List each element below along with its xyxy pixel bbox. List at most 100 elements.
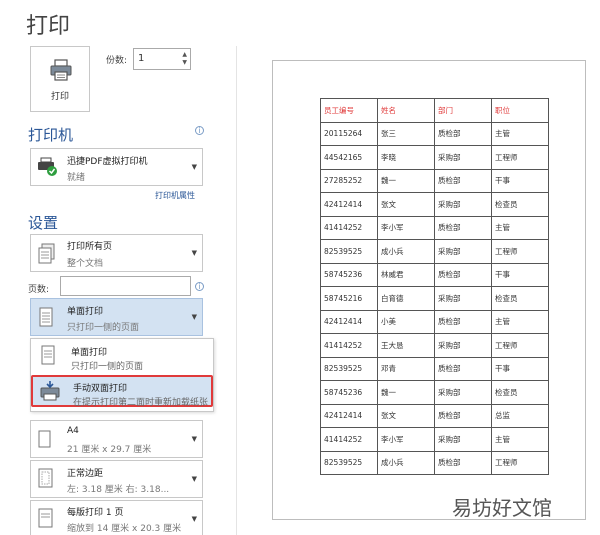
info-icon[interactable]: i <box>195 282 204 291</box>
table-cell: 李小军 <box>377 427 435 452</box>
table-cell: 采购部 <box>434 239 492 264</box>
column-header: 职位 <box>491 98 549 123</box>
pages-input[interactable] <box>60 276 191 296</box>
table-cell: 干事 <box>491 356 549 381</box>
table-row: 58745236 魏一 采购部 检查员 <box>320 380 549 405</box>
table-row: 58745216 白育德 采购部 检查员 <box>320 286 549 311</box>
table-cell: 白育德 <box>377 286 435 311</box>
paper-icon <box>38 430 51 448</box>
duplex-dropdown[interactable]: 单面打印 只打印一侧的页面 ▼ <box>30 298 203 336</box>
table-cell: 58745236 <box>320 380 378 405</box>
table-cell: 42412414 <box>320 403 378 428</box>
table-row: 42412414 张文 质检部 总监 <box>320 403 549 428</box>
table-cell: 工程师 <box>491 145 549 170</box>
print-range-dropdown[interactable]: 打印所有页 整个文档 ▼ <box>30 234 203 272</box>
printer-icon <box>50 59 72 81</box>
panel-divider <box>236 46 237 535</box>
table-cell: 李晓 <box>377 145 435 170</box>
column-header: 员工编号 <box>320 98 378 123</box>
table-cell: 质检部 <box>434 215 492 240</box>
copies-value: 1 <box>138 53 145 64</box>
table-row: 82539525 成小兵 质检部 工程师 <box>320 450 549 475</box>
pages-per-sheet-main: 每版打印 1 页 <box>67 508 124 518</box>
table-cell: 82539525 <box>320 356 378 381</box>
table-cell: 41414252 <box>320 333 378 358</box>
table-cell: 42412414 <box>320 309 378 334</box>
column-header: 姓名 <box>377 98 435 123</box>
duplex-options-menu: 单面打印 只打印一侧的页面 手动双面打印 在提示打印第二面时重新加载纸张 <box>30 338 214 412</box>
table-cell: 41414252 <box>320 215 378 240</box>
pages-per-sheet-dropdown[interactable]: 每版打印 1 页 缩放到 14 厘米 x 20.3 厘米 ▼ <box>30 500 203 535</box>
info-icon[interactable]: i <box>195 126 204 135</box>
menu-item-sub: 在提示打印第二面时重新加载纸张 <box>73 398 209 408</box>
table-cell: 58745216 <box>320 286 378 311</box>
chevron-down-icon: ▼ <box>191 515 197 523</box>
table-row: 42412414 张文 采购部 检查员 <box>320 192 549 217</box>
settings-heading: 设置 <box>28 214 59 232</box>
printer-status-icon <box>38 157 57 176</box>
printer-properties-link[interactable]: 打印机属性 <box>155 190 195 201</box>
print-button[interactable]: 打印 <box>30 46 90 112</box>
spin-arrows-icon[interactable]: ▲ ▼ <box>182 51 187 67</box>
single-page-icon <box>39 307 53 327</box>
table-cell: 质检部 <box>434 309 492 334</box>
pages-per-sheet-sub: 缩放到 14 厘米 x 20.3 厘米 <box>67 524 182 534</box>
menu-item-main: 手动双面打印 <box>73 384 128 394</box>
table-cell: 质检部 <box>434 450 492 475</box>
table-cell: 张三 <box>377 121 435 146</box>
table-cell: 质检部 <box>434 403 492 428</box>
preview-table: 员工编号 姓名 部门 职位 20115264 张三 质检部 主管 44542165 李晓采… <box>320 98 549 475</box>
print-range-main: 打印所有页 <box>67 242 113 252</box>
table-cell: 魏一 <box>377 380 435 405</box>
paper-size-main: A4 <box>67 426 79 436</box>
table-row: 41414252 王大恳 采购部 工程师 <box>320 333 549 358</box>
table-cell: 20115264 <box>320 121 378 146</box>
table-cell: 工程师 <box>491 239 549 264</box>
chevron-down-icon: ▼ <box>191 435 197 443</box>
printer-heading: 打印机 <box>28 126 74 144</box>
printer-name: 迅捷PDF虚拟打印机 <box>67 157 148 167</box>
menu-item-sub: 只打印一侧的页面 <box>71 362 144 372</box>
table-cell: 检查员 <box>491 380 549 405</box>
table-cell: 质检部 <box>434 356 492 381</box>
margins-icon <box>38 468 53 488</box>
table-cell: 采购部 <box>434 333 492 358</box>
print-button-label: 打印 <box>50 92 69 102</box>
table-row: 82539525 邓青 质检部 干事 <box>320 356 549 381</box>
pages-label: 页数: <box>28 285 50 295</box>
paper-size-sub: 21 厘米 x 29.7 厘米 <box>67 445 152 455</box>
table-cell: 82539525 <box>320 450 378 475</box>
table-cell: 主管 <box>491 215 549 240</box>
table-cell: 主管 <box>491 427 549 452</box>
menu-item-manual-duplex[interactable]: 手动双面打印 在提示打印第二面时重新加载纸张 <box>31 375 213 408</box>
single-page-icon <box>41 345 55 365</box>
menu-item-single-sided[interactable]: 单面打印 只打印一侧的页面 <box>31 341 213 373</box>
table-cell: 张文 <box>377 192 435 217</box>
table-cell: 41414252 <box>320 427 378 452</box>
table-cell: 张文 <box>377 403 435 428</box>
table-cell: 采购部 <box>434 192 492 217</box>
table-cell: 总监 <box>491 403 549 428</box>
copies-stepper[interactable]: 1 ▲ ▼ <box>133 48 191 70</box>
table-row: 41414252 李小军 采购部 主管 <box>320 427 549 452</box>
printer-dropdown[interactable]: 迅捷PDF虚拟打印机 就绪 ▼ <box>30 148 203 186</box>
table-cell: 成小兵 <box>377 239 435 264</box>
table-cell: 58745236 <box>320 262 378 287</box>
table-cell: 采购部 <box>434 427 492 452</box>
chevron-down-icon: ▼ <box>191 163 197 171</box>
table-row: 41414252 李小军 质检部 主管 <box>320 215 549 240</box>
paper-size-dropdown[interactable]: A4 21 厘米 x 29.7 厘米 ▼ <box>30 420 203 458</box>
table-row: 44542165 李晓 采购部 工程师 <box>320 145 549 170</box>
table-row: 27285252 魏一 质检部 干事 <box>320 168 549 193</box>
table-cell: 42412414 <box>320 192 378 217</box>
margins-dropdown[interactable]: 正常边距 左: 3.18 厘米 右: 3.18... ▼ <box>30 460 203 498</box>
table-cell: 检查员 <box>491 286 549 311</box>
table-cell: 采购部 <box>434 286 492 311</box>
table-cell: 82539525 <box>320 239 378 264</box>
pages-icon <box>38 243 55 264</box>
table-cell: 质检部 <box>434 168 492 193</box>
table-cell: 工程师 <box>491 450 549 475</box>
copies-label: 份数: <box>106 56 128 66</box>
table-cell: 工程师 <box>491 333 549 358</box>
table-cell: 魏一 <box>377 168 435 193</box>
